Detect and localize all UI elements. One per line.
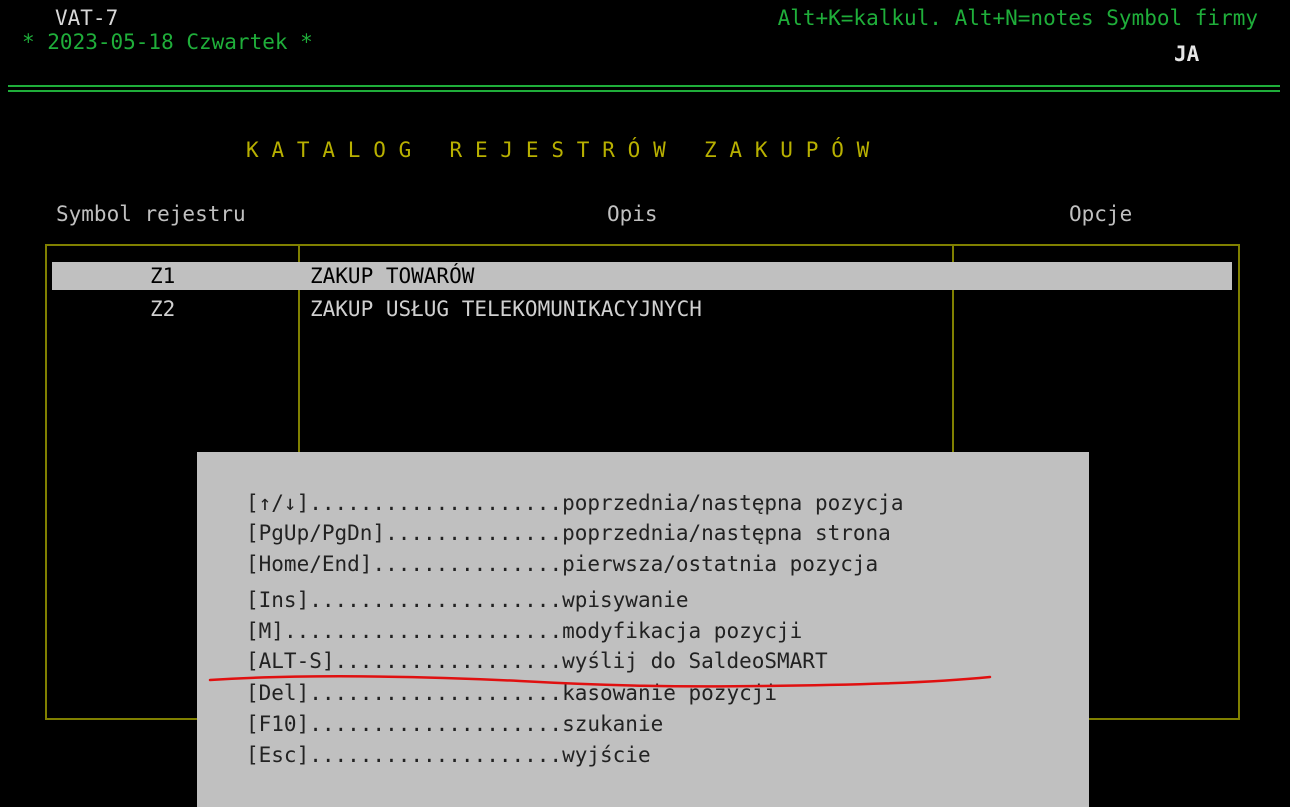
help-action: modyfikacja pozycji (562, 619, 803, 643)
help-item-del: [Del]....................kasowanie pozyc… (246, 680, 777, 706)
help-key: [Ins] (246, 588, 310, 612)
help-action: wpisywanie (562, 588, 689, 612)
help-item-ins: [Ins]....................wpisywanie (246, 587, 689, 613)
column-header-options: Opcje (1069, 202, 1133, 226)
help-key: [Home/End] (246, 552, 373, 576)
help-key: [PgUp/PgDn] (246, 521, 386, 545)
row-2-symbol[interactable]: Z2 (150, 296, 175, 322)
help-item-f10: [F10]....................szukanie (246, 711, 663, 737)
help-action: szukanie (562, 712, 664, 736)
help-key: [Del] (246, 681, 310, 705)
help-item-home-end: [Home/End]...............pierwsza/ostatn… (246, 551, 878, 577)
help-item-pgup-pgdn: [PgUp/PgDn]..............poprzednia/nast… (246, 520, 891, 546)
help-action: kasowanie pozycji (562, 681, 778, 705)
help-key: [↑/↓] (246, 491, 310, 515)
help-leader-dots: .................. (334, 649, 563, 673)
help-action: pierwsza/ostatnia pozycja (562, 552, 879, 576)
help-leader-dots: ............... (372, 552, 563, 576)
help-action: poprzednia/następna strona (562, 521, 891, 545)
header-divider-bottom (8, 90, 1280, 92)
help-leader-dots: .................... (309, 588, 563, 612)
help-key: [F10] (246, 712, 310, 736)
help-leader-dots: .................... (309, 491, 563, 515)
help-key: [Esc] (246, 743, 310, 767)
company-symbol: JA (1174, 42, 1200, 66)
help-key: [M] (246, 619, 284, 643)
row-2-description[interactable]: ZAKUP USŁUG TELEKOMUNIKACYJNYCH (310, 296, 702, 322)
column-header-description: Opis (607, 202, 658, 226)
column-header-symbol: Symbol rejestru (56, 202, 246, 226)
help-leader-dots: .................... (309, 743, 563, 767)
help-leader-dots: .................... (309, 712, 563, 736)
help-item-alt-s: [ALT-S]..................wyślij do Salde… (246, 648, 828, 674)
help-item-m: [M]......................modyfikacja poz… (246, 618, 802, 644)
date-line: * 2023-05-18 Czwartek * (22, 30, 313, 54)
help-key: [ALT-S] (246, 649, 335, 673)
row-1-description[interactable]: ZAKUP TOWARÓW (310, 263, 474, 289)
hotkeys-hint: Alt+K=kalkul. Alt+N=notes Symbol firmy (777, 6, 1258, 30)
app-name: VAT-7 (55, 6, 119, 30)
help-leader-dots: .................... (309, 681, 563, 705)
help-leader-dots: ...................... (283, 619, 563, 643)
help-action: wyjście (562, 743, 651, 767)
table-row-selected[interactable] (52, 262, 1232, 290)
row-1-symbol[interactable]: Z1 (150, 263, 175, 289)
help-item-esc: [Esc]....................wyjście (246, 742, 651, 768)
help-leader-dots: .............. (385, 521, 563, 545)
help-item-arrows: [↑/↓]....................poprzednia/nast… (246, 490, 903, 516)
help-action: poprzednia/następna pozycja (562, 491, 904, 515)
header-divider-top (8, 85, 1280, 87)
screen-title: KATALOG REJESTRÓW ZAKUPÓW (246, 138, 883, 162)
help-action: wyślij do SaldeoSMART (562, 649, 828, 673)
